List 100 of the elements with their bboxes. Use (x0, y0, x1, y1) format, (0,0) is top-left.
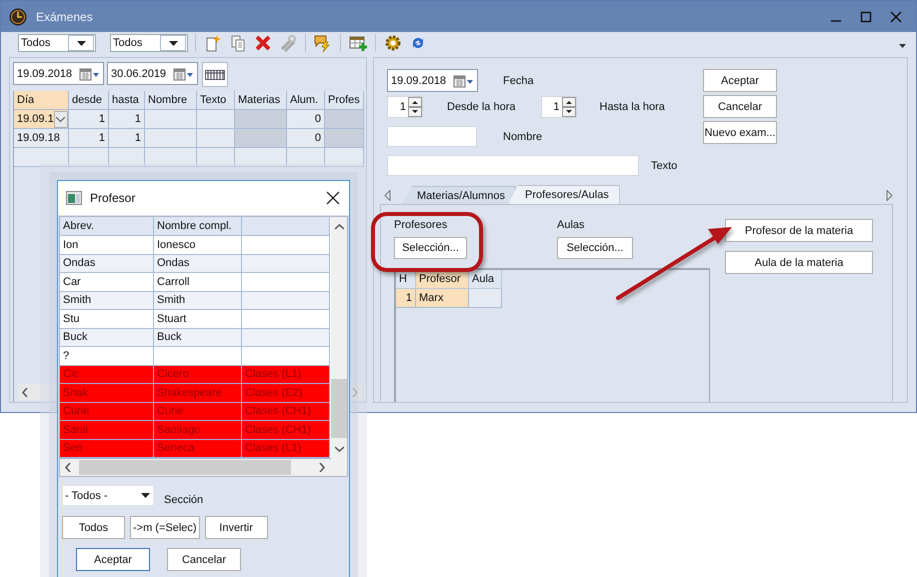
scroll-left-icon[interactable] (65, 463, 71, 472)
calendar-button[interactable] (202, 62, 228, 87)
chevron-icon[interactable] (899, 44, 906, 49)
text-field[interactable] (387, 155, 639, 176)
table-cell: Cicero (154, 366, 242, 384)
table-cell: Curie (60, 402, 154, 421)
column-header[interactable]: Texto (197, 91, 235, 110)
tab[interactable]: Profesores/Aulas (508, 185, 620, 204)
table-cell: 1 (69, 129, 109, 148)
name-field[interactable] (387, 126, 477, 147)
delete-icon[interactable] (254, 34, 272, 52)
section-label: Aulas (557, 219, 586, 231)
button[interactable]: Aula de la materia (725, 251, 873, 274)
settings-icon[interactable] (384, 34, 402, 52)
scroll-up-icon[interactable] (334, 224, 344, 230)
column-header[interactable]: Alum. (287, 91, 325, 110)
button[interactable]: Cancelar (703, 95, 777, 118)
table-cell: Shakespeare (154, 384, 242, 402)
field-label: Fecha (503, 74, 534, 86)
scroll-left-icon[interactable] (22, 388, 28, 396)
new-document-icon[interactable] (204, 34, 222, 52)
scrollbar[interactable] (60, 458, 331, 476)
date-picker[interactable]: 19.09.2018 (387, 69, 478, 92)
field-label: Hasta la hora (600, 100, 665, 112)
button[interactable]: ->m (=Selec) (130, 516, 200, 539)
dropdown[interactable]: Todos (18, 34, 96, 52)
table-cell: Clases (CH1) (242, 421, 330, 440)
button[interactable]: Aceptar (76, 548, 150, 571)
column-header[interactable]: desde (69, 91, 109, 110)
table-cell: Clases (E2) (242, 384, 330, 402)
maximize-icon[interactable] (860, 10, 872, 22)
calendar-grid-icon (205, 70, 225, 80)
table-cell (109, 148, 145, 167)
caret-icon (140, 493, 150, 498)
table-cell: Marx (416, 289, 469, 308)
table-cell (14, 148, 69, 167)
table-cell: Santi (60, 421, 154, 440)
column-header[interactable]: Abrev. (60, 217, 154, 236)
button[interactable]: Todos (62, 516, 125, 539)
scrollbar-thumb[interactable] (331, 379, 347, 438)
close-icon[interactable] (326, 191, 340, 205)
column-header[interactable]: Materias (235, 91, 287, 110)
table-cell: 1 (396, 289, 416, 308)
button[interactable]: Invertir (204, 516, 268, 539)
table-cell: Shak (60, 384, 154, 402)
table-cell: ? (60, 347, 154, 366)
column-header[interactable]: Profes (325, 91, 364, 110)
tab-scroll-left-icon[interactable] (384, 190, 391, 200)
table-cell: 0 (287, 110, 325, 129)
scroll-right-icon[interactable] (319, 463, 325, 472)
number-spinner[interactable]: 1 (387, 96, 423, 118)
table-cell (325, 148, 364, 167)
table-cell: Clases (L1) (242, 366, 330, 384)
button[interactable]: Cancelar (167, 548, 241, 571)
table-cell (69, 148, 109, 167)
field-label: Texto (651, 160, 678, 172)
section-label: Profesores (394, 219, 448, 231)
button[interactable]: Aceptar (703, 69, 777, 92)
table-cell (287, 148, 325, 167)
column-header[interactable]: Nombre compl. (154, 217, 242, 236)
dropdown[interactable]: Todos (110, 34, 188, 52)
scrollbar[interactable] (331, 217, 347, 476)
table-cell: Ondas (60, 254, 154, 273)
table-cell: Smith (154, 292, 242, 310)
button[interactable]: Selección... (557, 237, 633, 259)
table-cell: Ionesco (154, 236, 242, 254)
chevron-down-icon[interactable] (56, 116, 66, 122)
messages-icon[interactable] (314, 34, 332, 52)
copy-icon[interactable] (229, 34, 247, 52)
tab-scroll-right-icon[interactable] (886, 190, 893, 200)
field-label: Desde la hora (447, 100, 516, 112)
window-title: Profesor (90, 191, 136, 205)
column-header[interactable]: Día (14, 91, 69, 110)
tab[interactable]: Materias/Alumnos (402, 186, 516, 204)
table-cell: Buck (154, 328, 242, 347)
number-spinner[interactable]: 1 (540, 96, 576, 118)
column-header[interactable]: hasta (109, 91, 145, 110)
table-cell: Clases (CH1) (242, 402, 330, 421)
button[interactable]: Selección... (394, 237, 467, 259)
add-table-icon[interactable] (349, 34, 367, 52)
table-cell (145, 129, 197, 148)
button[interactable]: Profesor de la materia (725, 219, 873, 242)
dropdown[interactable]: - Todos - (62, 485, 154, 506)
clock-icon (9, 8, 27, 26)
table-cell: Curie (154, 402, 242, 421)
scrollbar-thumb[interactable] (79, 460, 291, 475)
table-cell: 1 (109, 110, 145, 129)
field-label: Nombre (503, 130, 542, 142)
table-cell (145, 110, 197, 129)
date-picker[interactable]: 30.06.2019 (107, 62, 198, 85)
window-icon (66, 191, 82, 205)
button[interactable]: Nuevo exam... (703, 121, 777, 144)
date-picker[interactable]: 19.09.2018 (13, 62, 104, 85)
window-title: Exámenes (36, 10, 94, 24)
column-header[interactable]: Aula (469, 270, 502, 289)
calendar-icon (453, 74, 474, 88)
table-cell: 19.09.18 (14, 129, 69, 148)
table-cell (469, 289, 502, 308)
column-header[interactable]: Nombre (145, 91, 197, 110)
scroll-down-icon[interactable] (334, 446, 344, 452)
